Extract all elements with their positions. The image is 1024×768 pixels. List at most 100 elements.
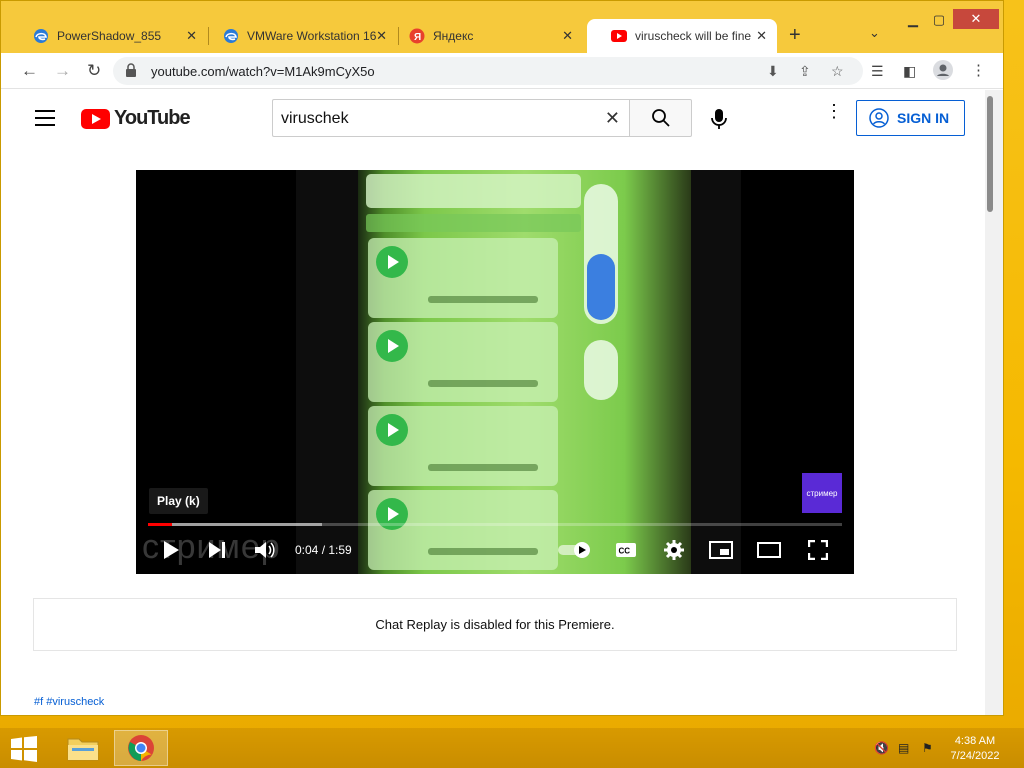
- settings-button[interactable]: [662, 538, 686, 562]
- folder-icon: [67, 738, 99, 761]
- chrome-taskbar-button[interactable]: [114, 730, 168, 766]
- chat-replay-panel: Chat Replay is disabled for this Premier…: [33, 598, 957, 651]
- close-icon[interactable]: ✕: [562, 28, 573, 44]
- kebab-menu-icon[interactable]: ⋮: [971, 61, 986, 79]
- yandex-icon: Я: [409, 28, 425, 44]
- volume-muted-icon[interactable]: 🔇: [874, 741, 889, 755]
- youtube-icon: [611, 28, 627, 44]
- video-frame-right: [691, 170, 741, 574]
- played-bar: [148, 523, 172, 526]
- buffered-bar: [148, 523, 322, 526]
- fullscreen-icon: [808, 540, 828, 560]
- close-icon[interactable]: ✕: [756, 28, 767, 44]
- play-icon: [164, 541, 179, 559]
- voice-message-card: [368, 490, 558, 570]
- theater-mode-icon: [757, 542, 781, 558]
- clock-time: 4:38 AM: [954, 735, 996, 747]
- chrome-icon: [128, 735, 154, 761]
- play-icon: [376, 330, 408, 362]
- youtube-logo[interactable]: YouTube: [81, 107, 191, 130]
- youtube-page: YouTube viruschek ✕ ⋮ SIGN IN стример Pl…: [1, 90, 985, 715]
- side-panel-icon[interactable]: ◧: [903, 63, 916, 80]
- hamburger-menu-icon[interactable]: [35, 110, 55, 126]
- skip-next-icon: [209, 542, 225, 558]
- comments-line: [428, 548, 538, 555]
- autoplay-toggle[interactable]: [558, 538, 592, 562]
- miniplayer-icon: [709, 541, 733, 559]
- fullscreen-button[interactable]: [806, 538, 830, 562]
- scroll-widget: [584, 184, 618, 324]
- reload-icon[interactable]: ↻: [87, 61, 101, 81]
- address-bar[interactable]: youtube.com/watch?v=M1Ak9mCyX5o ⬇ ⇪ ☆: [113, 57, 863, 85]
- voice-message-card: [368, 406, 558, 486]
- tab-yandex[interactable]: Я Яндекс ✕: [385, 19, 583, 53]
- clear-icon[interactable]: ✕: [605, 108, 620, 129]
- reading-list-icon[interactable]: ☰: [871, 63, 884, 80]
- browser-window: PowerShadow_855 ✕ VMWare Workstation 16 …: [0, 0, 1004, 716]
- tab-strip: PowerShadow_855 ✕ VMWare Workstation 16 …: [1, 1, 1003, 53]
- hashtags-link[interactable]: #f #viruscheck: [34, 696, 104, 708]
- windows-start-button[interactable]: [10, 736, 38, 762]
- progress-bar[interactable]: [148, 523, 842, 526]
- search-icon: [651, 109, 670, 127]
- video-player[interactable]: стример стример Play (k) 0:04 / 1:59 CC: [136, 170, 854, 574]
- miniplayer-button[interactable]: [708, 538, 734, 562]
- account-icon: [869, 108, 889, 128]
- install-icon[interactable]: ⬇: [767, 63, 779, 80]
- action-center-icon[interactable]: ⚑: [922, 741, 933, 755]
- voice-search-button[interactable]: [709, 108, 729, 135]
- close-icon[interactable]: ✕: [186, 28, 197, 44]
- volume-icon: [255, 542, 275, 558]
- profile-icon[interactable]: [933, 60, 953, 85]
- chevron-down-icon[interactable]: ⌄: [869, 25, 880, 41]
- play-tooltip: Play (k): [149, 488, 208, 514]
- tab-title: VMWare Workstation 16: [247, 29, 377, 43]
- back-arrow-icon[interactable]: ←: [21, 61, 38, 81]
- tab-powershadow[interactable]: PowerShadow_855 ✕: [9, 19, 207, 53]
- tab-title: Яндекс: [433, 29, 474, 43]
- sign-in-button[interactable]: SIGN IN: [856, 100, 965, 136]
- comments-line: [428, 380, 538, 387]
- time-display: 0:04 / 1:59: [295, 543, 352, 557]
- tab-title: viruscheck will be fine: [635, 29, 752, 43]
- forward-arrow-icon[interactable]: →: [54, 61, 71, 81]
- search-input[interactable]: viruschek ✕: [272, 99, 630, 137]
- search-query: viruschek: [281, 110, 349, 127]
- closed-captions-icon: CC: [616, 543, 636, 557]
- maximize-icon[interactable]: ▢: [927, 9, 951, 31]
- theater-mode-button[interactable]: [756, 538, 782, 562]
- sign-in-label: SIGN IN: [897, 110, 950, 126]
- new-tab-button[interactable]: +: [789, 24, 801, 47]
- video-frame-left: [296, 170, 358, 574]
- svg-text:Я: Я: [414, 32, 421, 43]
- browser-toolbar: ← → ↻ youtube.com/watch?v=M1Ak9mCyX5o ⬇ …: [1, 53, 1003, 89]
- svg-text:CC: CC: [619, 547, 631, 556]
- gear-icon: [664, 540, 684, 560]
- voice-message-card: [368, 322, 558, 402]
- minimize-icon[interactable]: ▁: [901, 9, 925, 31]
- taskbar: 🔇 ▤ ⚑ 4:38 AM 7/24/2022: [0, 728, 1024, 768]
- scrollbar-thumb[interactable]: [987, 96, 993, 212]
- settings-menu-icon[interactable]: ⋮: [825, 102, 843, 120]
- next-button[interactable]: [206, 538, 228, 562]
- search-button[interactable]: [629, 99, 692, 137]
- lock-icon: [126, 63, 136, 77]
- close-window-button[interactable]: ✕: [953, 9, 999, 29]
- microphone-icon: [711, 109, 727, 129]
- voice-message-card: [368, 238, 558, 318]
- channel-badge[interactable]: стример: [802, 473, 842, 513]
- tab-youtube[interactable]: viruscheck will be fine ✕: [587, 19, 777, 53]
- file-explorer-taskbar-button[interactable]: [56, 730, 110, 766]
- windows-logo-icon: [11, 736, 37, 762]
- system-clock[interactable]: 4:38 AM 7/24/2022: [940, 734, 1010, 764]
- bookmark-star-icon[interactable]: ☆: [831, 63, 844, 80]
- subtitles-button[interactable]: CC: [614, 538, 638, 562]
- mute-button[interactable]: [253, 538, 277, 562]
- network-icon[interactable]: ▤: [898, 741, 909, 755]
- tab-vmware[interactable]: VMWare Workstation 16 ✕: [199, 19, 397, 53]
- youtube-header: YouTube viruschek ✕ ⋮ SIGN IN: [1, 90, 985, 146]
- share-icon[interactable]: ⇪: [799, 63, 811, 80]
- date-banner: [366, 214, 581, 232]
- play-button[interactable]: [160, 538, 182, 562]
- reaction-widget: [584, 340, 618, 400]
